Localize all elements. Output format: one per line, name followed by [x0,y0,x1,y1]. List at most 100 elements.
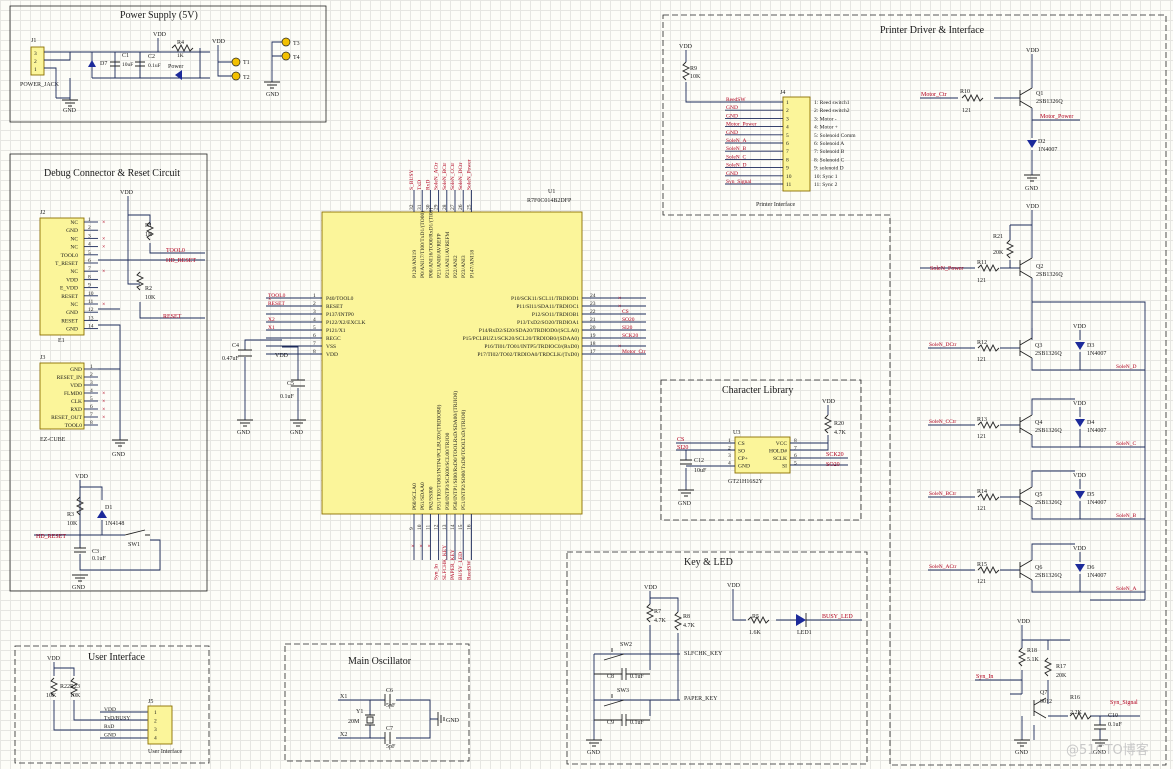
power-vdd-2: VDD [212,39,226,45]
j2-pin-number: 4 [88,242,91,248]
j2-pin-name: NC [70,236,78,242]
sw3-label: SW3 [617,688,629,694]
mcu-pin-left: P122/X2/EXCLK [326,320,365,326]
j3-pin-number: 7 [90,412,93,418]
nc-marker: × [618,344,621,350]
c8-value: 0.1uF [630,674,645,680]
j5-net: VDD [104,707,116,713]
mcu-pin-number: 8 [313,349,316,355]
u3-pin-number: 3 [728,453,731,459]
r2-label: R2 [145,286,152,292]
u3-pin-right: SI [782,464,787,470]
j4-pin-description: 10: Sync 1 [814,174,838,180]
paper-key-net: PAPER_KEY [684,696,718,702]
mcu-pin-right: P12/SO11/TRDIOB1 [532,312,579,318]
d1-label: D1 [105,505,112,511]
j4-pin-number: 2 [786,108,789,114]
key-title: Key & LED [684,557,733,568]
osc-section: X1 X2 Y1 20M C6 5pF C7 5pF GND [338,688,460,750]
j5-pin-number: 4 [154,736,157,742]
j4-net: SoleN_C [726,154,747,160]
syn-signal-net: Syn_Signal [1110,700,1138,706]
mcu-pin-number: 16 [466,524,472,530]
j4-net: SoleN_D [726,163,747,169]
nc-marker: × [268,297,271,303]
nc-marker: × [102,399,105,405]
d1-diode [97,510,107,518]
r3-label: R3 [67,512,74,518]
r4-value: 1K [177,53,184,59]
mcu-pin-top: P0/ANI17/TI00/TxD1/(TO00) [419,211,426,278]
r9-value: 10K [690,74,701,80]
driver-vdd: VDD [1073,401,1087,407]
r7-value: 4.7K [654,618,667,624]
charlib-si20-net: SI20 [677,445,688,451]
j4-net: GND [726,105,738,111]
diode-label: D5 [1087,492,1094,498]
charlib-vdd: VDD [822,399,836,405]
user-vdd: VDD [47,656,61,662]
debug-net-reset: RESET [163,314,182,320]
resistor-value: 121 [977,506,986,512]
led1-label: LED1 [797,630,812,636]
schematic-canvas: Power Supply (5V) Debug Connector & Rese… [0,0,1173,769]
u3-pin-right: VCC [776,441,788,447]
mcu-left-net: X1 [268,325,275,331]
j4-net: SoleN_A [726,138,747,144]
j4-net: SoleN_B [726,146,747,152]
r23-value: 10K [70,693,81,699]
r8-label: R8 [683,614,690,620]
j4-pin-description: 7: Solenoid B [814,149,845,155]
mcu-pin-number: 30 [425,204,431,210]
u3-pin-left: SO [738,449,745,455]
debug-section: J2 E1 NC 1 × GND 2 NC 3 × NC 4 × TOOL0 5 T_RESET 6 NC 7 ×… [34,190,205,591]
mcu-bottom-net: PAPER_KEY [450,549,456,580]
charlib-section: U3 GT21H16S2Y CS1SO2CP+3GND4VCC 8HOLD# 7SC… [676,399,848,507]
nc-marker: × [102,391,105,397]
j4-pin-number: 7 [786,149,789,155]
user-title: User Interface [88,652,145,663]
j1-label: J1 [31,38,36,44]
t3-testpoint [281,37,291,47]
nc-marker: × [102,220,105,226]
mcu-gnd-2: GND [290,430,304,436]
power-title: Power Supply (5V) [120,10,198,21]
r7-label: R7 [654,609,661,615]
d1-value: 1N4148 [105,521,124,527]
j4-net: GND [726,113,738,119]
charlib-so20-net: SO20 [826,462,840,468]
c10-value: 0.1uF [1108,722,1123,728]
mcu-pin-number: 9 [409,527,415,530]
j5-net: TxD/BUSY [104,716,130,722]
c7-label: C7 [386,726,393,732]
resistor-value: 121 [977,357,986,363]
flyback-diode [1075,342,1085,350]
j2-pin-name: RESET [61,318,78,324]
mcu-pin-top: P22/ANI2 [453,255,459,278]
u3-pin-right: SCLK [773,456,787,462]
flyback-diode [1075,491,1085,499]
u3-pin-left: CP+ [738,456,748,462]
led1-diode [796,614,806,626]
debug-net-tool0: TOOL0 [166,248,185,254]
mcu-pin-right: P10/SCK11/SCL11/TRDIOD1 [511,296,579,302]
u1-label: U1 [548,189,555,195]
flyback-diode [1075,419,1085,427]
solenoid-ctrl-net: SoleN_CCtr [929,419,956,425]
key-gnd: GND [587,750,601,756]
resistor-value: 121 [977,579,986,585]
mcu-top-net: SoleN_DCtr [458,162,464,190]
j3-pin-number: 5 [90,396,93,402]
u3-label: U3 [733,430,740,436]
printer-gnd-q7: GND [1015,750,1029,756]
j3-pin-name: RXD [70,407,82,413]
j2-pin-number: 8 [88,274,91,280]
u3-pin-number: 5 [794,461,797,467]
j2-pin-name: GND [66,228,78,234]
j2-pin-number: 11 [88,299,94,305]
c9-label: C9 [607,720,614,726]
mcu-pin-right: P13/TxD2/SO20/TRDIOA1 [517,320,579,326]
mcu-vdd: VDD [275,353,289,359]
j4-pin-number: 10 [786,174,792,180]
power-gnd-2: GND [266,92,280,98]
